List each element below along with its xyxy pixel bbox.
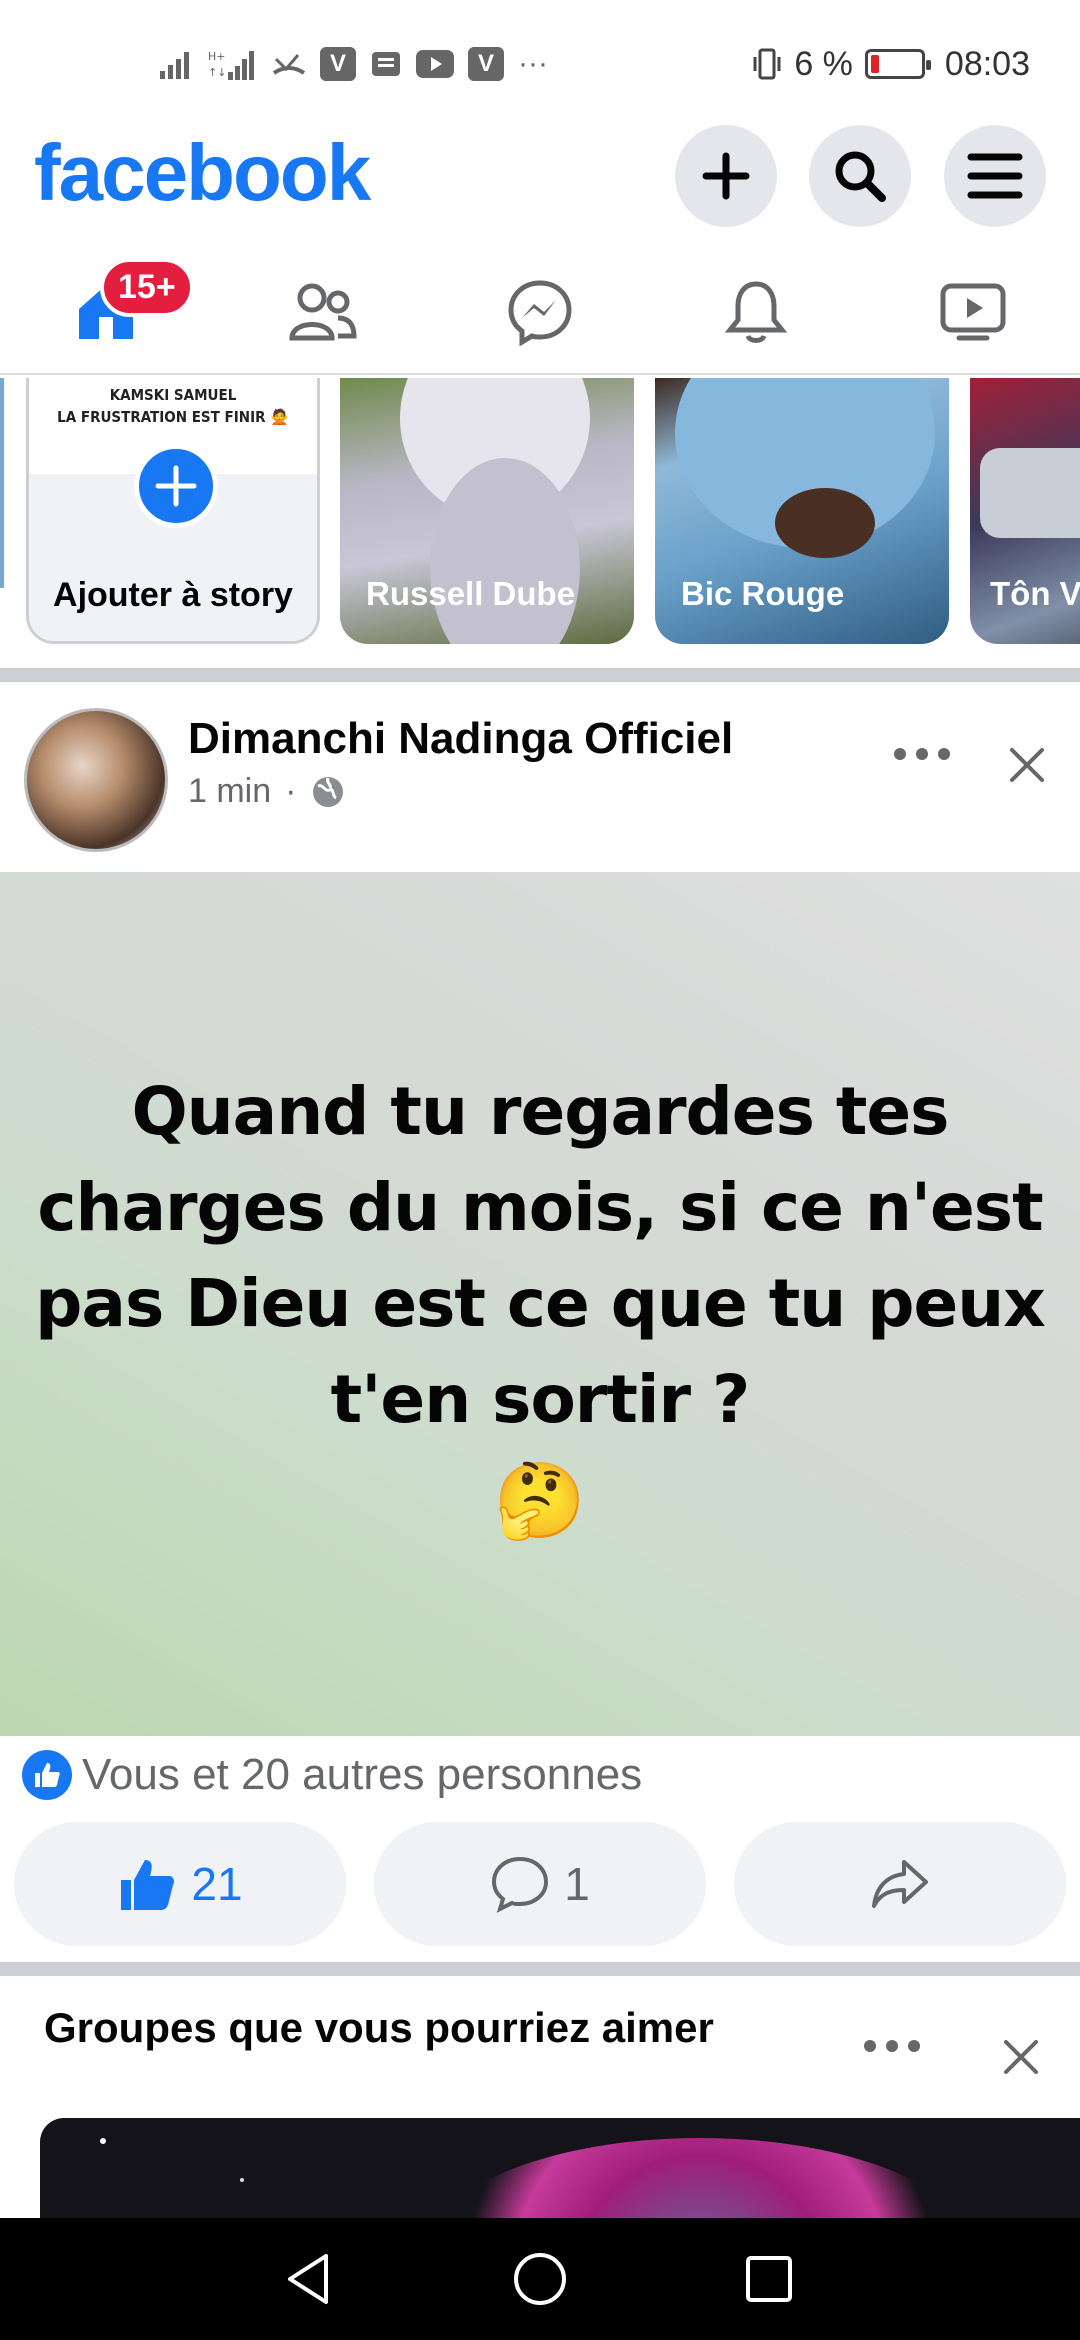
signal-icon — [160, 46, 194, 82]
groups-title: Groupes que vous pourriez aimer — [44, 2004, 714, 2051]
status-left-icons: H+ ↑↓ V V ··· — [160, 44, 548, 84]
groups-options-button[interactable] — [864, 2040, 920, 2052]
app-header: facebook — [0, 125, 1080, 227]
battery-icon — [864, 49, 931, 79]
like-count: 21 — [191, 1858, 243, 1910]
messenger-icon — [508, 280, 572, 346]
post-header: Dimanchi Nadinga Officiel 1 min · — [0, 690, 1080, 870]
menu-icon — [967, 153, 1023, 199]
search-button[interactable] — [809, 125, 911, 227]
missed-call-icon — [272, 46, 306, 82]
plus-icon — [155, 465, 197, 507]
search-icon — [835, 151, 886, 202]
story-overlay-line1: KAMSKI SAMUEL — [109, 386, 237, 404]
home-notification-badge: 15+ — [100, 258, 194, 317]
system-nav-bar — [0, 2218, 1080, 2340]
post-background[interactable]: Quand tu regardes tes charges du mois, s… — [0, 872, 1080, 1736]
close-icon[interactable] — [1002, 740, 1052, 790]
comment-icon — [492, 1856, 549, 1913]
story-card[interactable]: Bic Rouge — [655, 378, 949, 644]
signal-hplus-icon: H+ ↑↓ — [208, 46, 258, 82]
more-icon: ··· — [518, 47, 548, 80]
comment-button[interactable]: 1 — [374, 1822, 706, 1946]
comment-count: 1 — [564, 1858, 590, 1910]
bell-icon — [724, 281, 788, 343]
create-story-card[interactable]: KAMSKI SAMUEL LA FRUSTRATION EST FINIR 🙅… — [26, 378, 320, 644]
svg-text:H+: H+ — [208, 50, 226, 63]
close-icon[interactable] — [996, 2032, 1046, 2082]
vpn-v-icon: V — [320, 47, 356, 81]
vibrate-icon — [752, 46, 782, 82]
battery-percent: 6 % — [794, 44, 853, 83]
post-time[interactable]: 1 min — [188, 772, 271, 811]
like-button[interactable]: 21 — [14, 1822, 346, 1946]
section-divider — [0, 1962, 1080, 1976]
story-name: Bic Rouge — [681, 575, 845, 612]
friends-icon — [289, 283, 357, 341]
plus-icon — [702, 152, 750, 200]
story-image — [980, 448, 1080, 538]
menu-button[interactable] — [944, 125, 1046, 227]
group-card-image[interactable] — [40, 2118, 1080, 2218]
message-icon — [370, 46, 402, 82]
tab-friends[interactable] — [283, 272, 363, 352]
main-tabs: 15+ — [0, 250, 1080, 375]
add-story-button[interactable] — [134, 444, 218, 528]
svg-text:↑↓: ↑↓ — [208, 66, 226, 79]
post-text: Quand tu regardes tes charges du mois, s… — [35, 1072, 1046, 1438]
share-icon — [872, 1860, 928, 1908]
home-nav-icon[interactable] — [507, 2246, 573, 2312]
share-button[interactable] — [734, 1822, 1066, 1946]
recents-icon[interactable] — [736, 2246, 802, 2312]
story-name: Tôn Vitâm — [990, 575, 1080, 612]
tab-watch[interactable] — [933, 272, 1013, 352]
status-bar: H+ ↑↓ V V ··· 6 % 08:03 — [0, 0, 1080, 130]
video-icon — [940, 283, 1006, 341]
post-author[interactable]: Dimanchi Nadinga Officiel — [188, 714, 733, 764]
story-overlay-line2: LA FRUSTRATION EST FINIR 🙅 — [57, 408, 289, 426]
vpn-v-icon: V — [468, 47, 504, 81]
story-card[interactable]: Russell Dube — [340, 378, 634, 644]
like-icon — [121, 1860, 175, 1910]
globe-icon — [313, 776, 344, 807]
reactions-text: Vous et 20 autres personnes — [82, 1750, 643, 1799]
status-right: 6 % 08:03 — [752, 44, 1030, 84]
reactions-summary[interactable]: Vous et 20 autres personnes — [22, 1745, 642, 1805]
author-avatar[interactable] — [24, 708, 168, 852]
story-edge — [0, 378, 4, 588]
facebook-logo[interactable]: facebook — [34, 127, 371, 219]
clock: 08:03 — [944, 44, 1030, 83]
add-story-label: Ajouter à story — [53, 576, 293, 614]
post-options-button[interactable] — [894, 748, 950, 760]
story-card[interactable]: Tôn Vitâm — [970, 378, 1080, 644]
like-reaction-icon — [22, 1750, 72, 1800]
groups-suggestions-header: Groupes que vous pourriez aimer — [0, 1976, 1080, 2116]
stories-tray: KAMSKI SAMUEL LA FRUSTRATION EST FINIR 🙅… — [0, 378, 1080, 668]
tab-messenger[interactable] — [500, 272, 580, 352]
story-name: Russell Dube — [366, 575, 576, 612]
youtube-icon — [416, 46, 454, 82]
back-icon[interactable] — [276, 2246, 342, 2312]
create-button[interactable] — [675, 125, 777, 227]
section-divider — [0, 668, 1080, 682]
meta-separator: · — [285, 772, 297, 810]
post-meta: 1 min · — [188, 772, 346, 811]
thinking-face-emoji: 🤔 — [493, 1458, 587, 1542]
tab-notifications[interactable] — [716, 272, 796, 352]
